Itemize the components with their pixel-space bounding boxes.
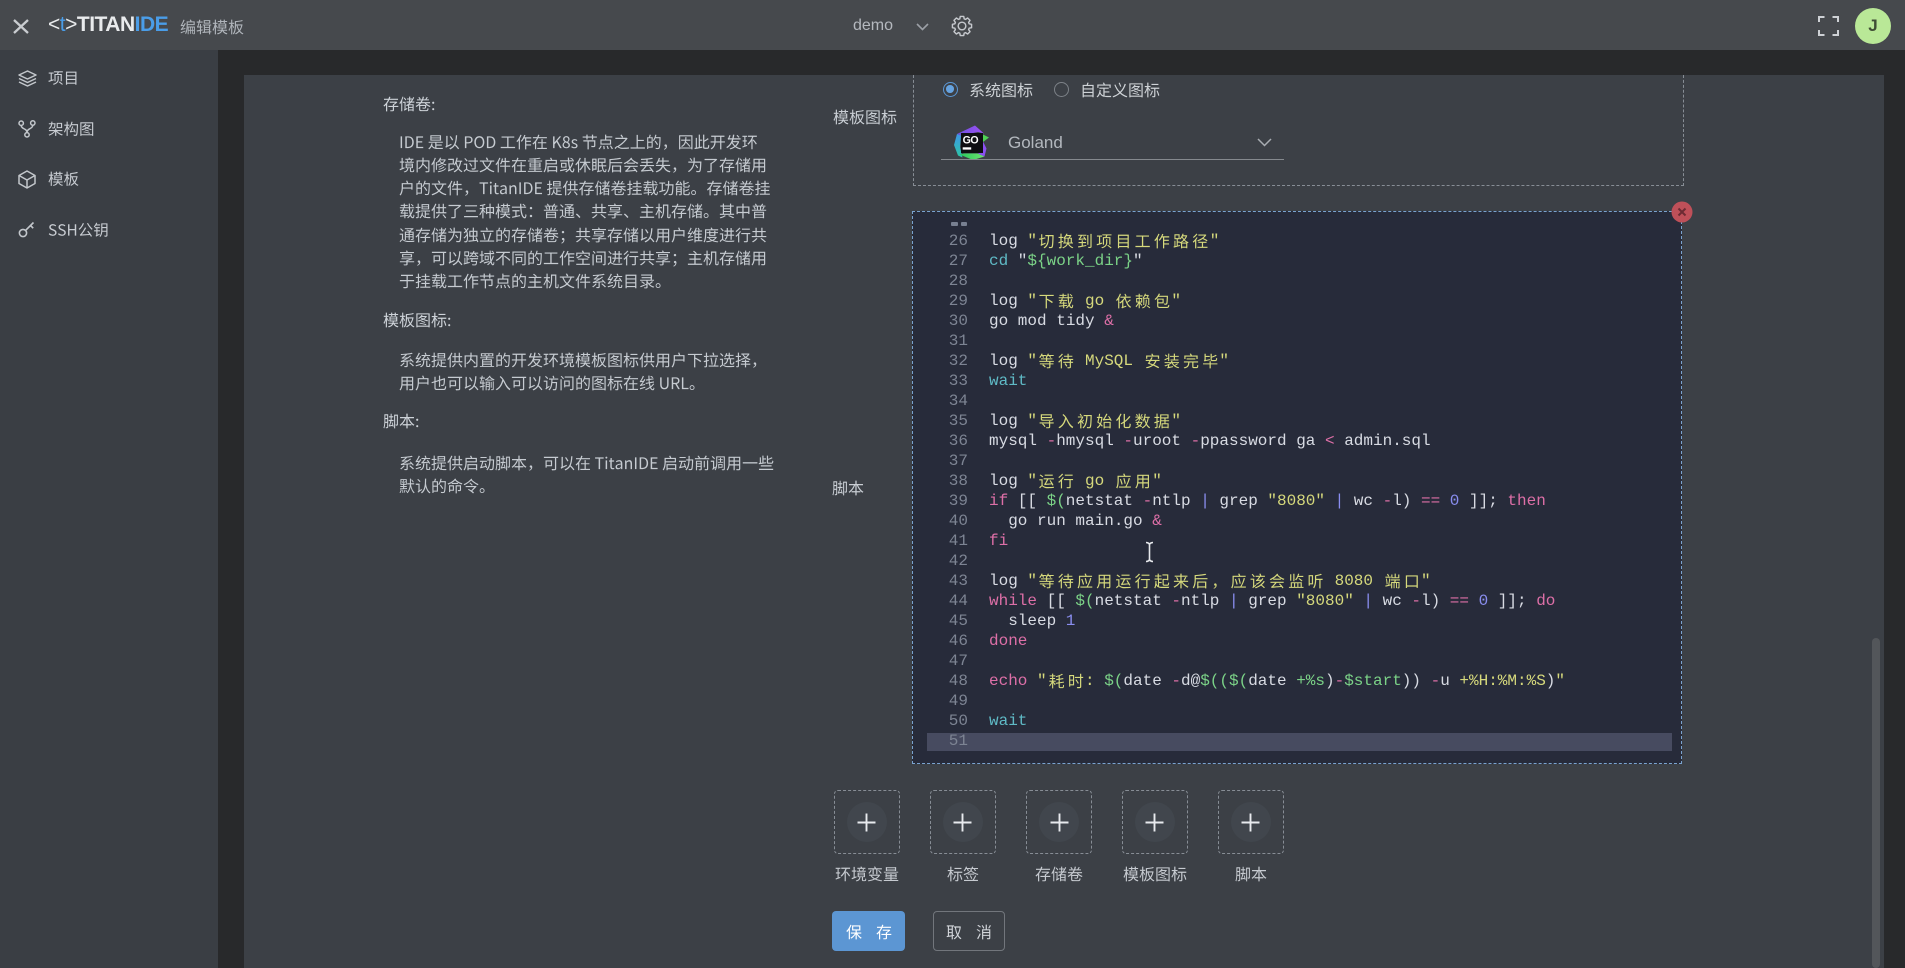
svg-text:GO: GO [963, 135, 979, 147]
